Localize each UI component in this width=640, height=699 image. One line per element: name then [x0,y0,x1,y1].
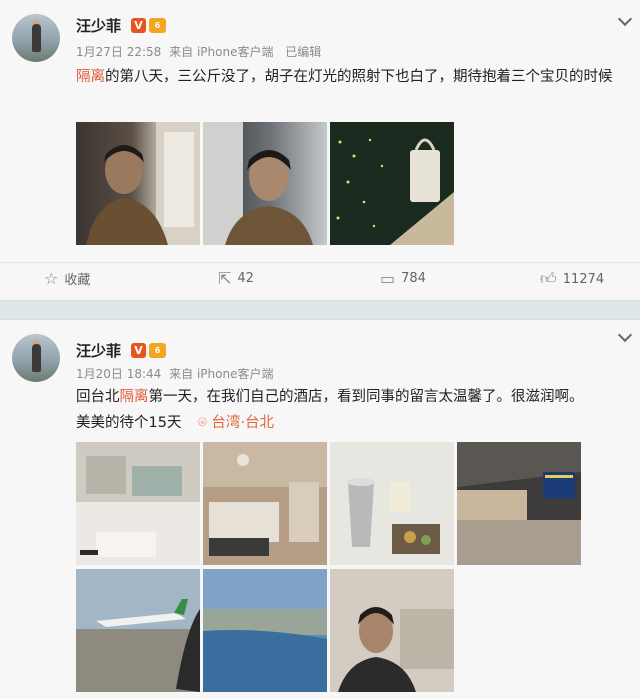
vip-badge-icon: V [131,18,146,33]
photo-6[interactable] [330,442,454,565]
comment-icon: ▭ [380,269,396,288]
comment-button[interactable]: ▭ 784 [380,269,426,288]
photo-9[interactable] [203,569,327,692]
avatar[interactable] [12,334,60,382]
edited-label: 已编辑 [285,45,322,59]
hashtag-link[interactable]: 隔离 [120,389,149,405]
photo-7[interactable] [457,442,581,565]
post-meta: 1月27日 22:58 来自 iPhone客户端 已编辑 [76,43,321,60]
airport-terminal-image [457,442,581,565]
author-name[interactable]: 汪少菲 [76,15,121,36]
selfie-image [203,122,313,245]
hotel-room-image [76,442,200,565]
location-pin-icon: ⌾ [198,415,207,431]
location-label: 台湾·台北 [211,415,274,431]
level-badge-icon: 6 [149,18,166,33]
post-text: 回台北隔离第一天，在我们自己的酒店，看到同事的留言太温馨了。很滋润啊。 [76,386,624,408]
photo-8[interactable] [76,569,200,692]
post-source: 来自 iPhone客户端 [169,367,274,381]
photo-2[interactable] [203,122,327,245]
like-count: 11274 [562,271,605,287]
hashtag-link[interactable]: 隔离 [76,69,105,85]
post-text-prefix: 回台北 [76,389,120,405]
welcome-gift-image [330,442,454,565]
photo-10[interactable] [330,569,454,692]
like-button[interactable]: 👍︎ 11274 [540,269,604,289]
airplane-image [76,569,200,692]
weibo-post-1: 汪少菲 V 6 1月27日 22:58 来自 iPhone客户端 已编辑 隔离的… [0,0,640,300]
star-icon: ☆ [44,269,59,288]
location-link[interactable]: ⌾ 台湾·台北 [198,415,274,431]
author-name[interactable]: 汪少菲 [76,340,121,361]
post-separator [0,300,640,320]
repost-button[interactable]: ⇱ 42 [218,269,254,288]
chevron-down-icon[interactable] [617,327,633,343]
post-source: 来自 iPhone客户端 [169,45,274,59]
photo-1[interactable] [76,122,200,245]
selfie-image [86,122,200,245]
repost-count: 42 [237,271,254,286]
post-text: 隔离的第八天，三公斤没了，胡子在灯光的照射下也白了，期待抱着三个宝贝的时候 [76,66,624,88]
photo-5[interactable] [203,442,327,565]
post-time[interactable]: 1月20日 18:44 [76,367,161,381]
vip-badge-icon: V [131,343,146,358]
post-text-body: 的第八天，三公斤没了，胡子在灯光的照射下也白了，期待抱着三个宝贝的时候 [105,69,613,85]
post-text-line-2: 美美的待个15天 ⌾ 台湾·台北 [76,412,624,434]
thumbs-up-icon: 👍︎ [540,269,557,288]
level-badge-icon: 6 [149,343,166,358]
avatar-figure-body [32,24,41,52]
aerial-coast-image [203,569,327,692]
night-city-image [330,122,454,245]
post-text-tail: 美美的待个15天 [76,415,182,431]
favorite-label: 收藏 [64,273,91,288]
post-time[interactable]: 1月27日 22:58 [76,45,161,59]
photo-4[interactable] [76,442,200,565]
share-icon: ⇱ [218,269,232,288]
chevron-down-icon[interactable] [617,11,633,27]
avatar-figure-body [32,344,41,372]
photo-3[interactable] [330,122,454,245]
post-meta: 1月20日 18:44 来自 iPhone客户端 [76,365,273,382]
action-bar: ☆ 收藏 ⇱ 42 ▭ 784 👍︎ 11274 [0,262,640,294]
hotel-bedroom-image [203,442,327,565]
comment-count: 784 [401,271,426,286]
weibo-post-2: 汪少菲 V 6 1月20日 18:44 来自 iPhone客户端 回台北隔离第一… [0,320,640,699]
selfie-image [330,569,454,692]
post-text-body: 第一天，在我们自己的酒店，看到同事的留言太温馨了。很滋润啊。 [148,389,584,405]
favorite-button[interactable]: ☆ 收藏 [44,269,90,288]
avatar[interactable] [12,14,60,62]
